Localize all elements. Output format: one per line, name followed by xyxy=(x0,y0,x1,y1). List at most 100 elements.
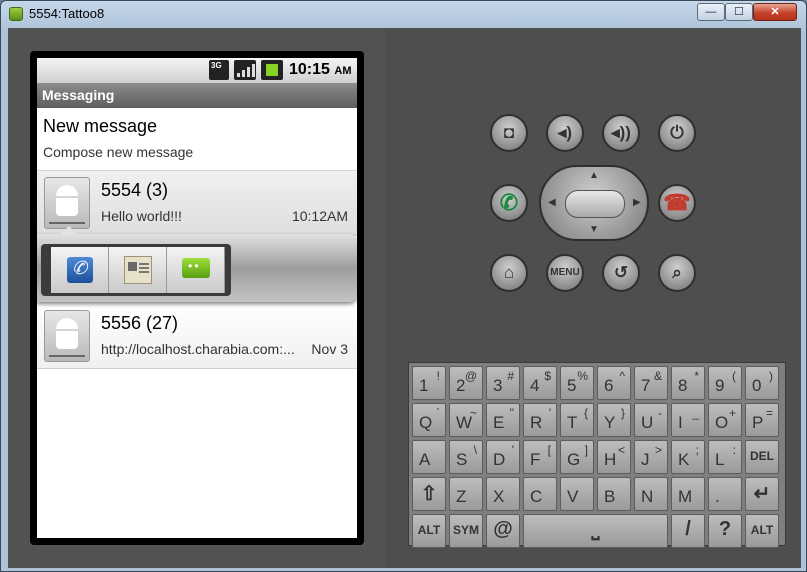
key-1[interactable]: 1! xyxy=(412,366,446,400)
network-3g-icon: 3G xyxy=(209,60,229,80)
quick-contact-card-button[interactable] xyxy=(109,247,167,293)
conversation-item[interactable]: 5554 (3) Hello world!!! 10:12AM xyxy=(37,171,357,236)
slash-key[interactable]: / xyxy=(671,514,705,548)
conversation-name: 5554 (3) xyxy=(101,180,169,200)
volume-down-button[interactable]: ◂) xyxy=(546,114,584,152)
new-message-item[interactable]: New message Compose new message xyxy=(37,108,357,171)
camera-button[interactable]: ◘ xyxy=(490,114,528,152)
search-button[interactable]: ⌕ xyxy=(658,254,696,292)
back-button[interactable]: ↺ xyxy=(602,254,640,292)
end-call-button[interactable]: ☎ xyxy=(658,184,696,222)
key-g[interactable]: G] xyxy=(560,440,594,474)
back-icon: ↺ xyxy=(613,263,629,282)
key-l[interactable]: L: xyxy=(708,440,742,474)
close-button[interactable]: ✕ xyxy=(753,3,797,21)
key-c[interactable]: C xyxy=(523,477,557,511)
key-n[interactable]: N xyxy=(634,477,668,511)
key-d[interactable]: D ' xyxy=(486,440,520,474)
end-call-icon: ☎ xyxy=(663,190,691,215)
space-key[interactable]: ⎵ xyxy=(523,514,668,548)
sym-key[interactable]: SYM xyxy=(449,514,483,548)
app-title-bar: Messaging xyxy=(37,83,357,108)
key-o[interactable]: O + xyxy=(708,403,742,437)
quick-call-button[interactable] xyxy=(51,247,109,293)
quick-sms-button[interactable] xyxy=(167,247,225,293)
key-x[interactable]: X xyxy=(486,477,520,511)
dpad[interactable]: ▲ ▼ ◀ ▶ xyxy=(539,165,649,241)
android-app-icon xyxy=(9,7,23,21)
key-q[interactable]: Q ` xyxy=(412,403,446,437)
key-b[interactable]: B xyxy=(597,477,631,511)
key-v[interactable]: V xyxy=(560,477,594,511)
question-key[interactable]: ? xyxy=(708,514,742,548)
key-j[interactable]: J > xyxy=(634,440,668,474)
key-7[interactable]: 7 & xyxy=(634,366,668,400)
volume-up-button[interactable]: ◂)) xyxy=(602,114,640,152)
conversation-snippet: http://localhost.charabia.com:... xyxy=(101,341,295,357)
at-key[interactable]: @ xyxy=(486,514,520,548)
key-8[interactable]: 8 * xyxy=(671,366,705,400)
alt-right-key[interactable]: ALT xyxy=(745,514,779,548)
home-button[interactable]: ⌂ xyxy=(490,254,528,292)
status-clock: 10:15 AM xyxy=(289,61,352,78)
minimize-button[interactable]: — xyxy=(697,3,725,21)
dpad-right-icon[interactable]: ▶ xyxy=(633,197,641,208)
dpad-center-button[interactable] xyxy=(565,190,625,218)
enter-key[interactable]: ↵ xyxy=(745,477,779,511)
key-0[interactable]: 0) xyxy=(745,366,779,400)
phone-display[interactable]: 3G 10:15 AM Messaging New message Compos… xyxy=(37,58,357,538)
key-k[interactable]: K; xyxy=(671,440,705,474)
key-z[interactable]: Z xyxy=(449,477,483,511)
dpad-up-icon[interactable]: ▲ xyxy=(589,170,599,181)
conversation-item[interactable]: 5556 (27) http://localhost.charabia.com:… xyxy=(37,304,357,369)
call-button[interactable]: ✆ xyxy=(490,184,528,222)
menu-button[interactable]: MENU xyxy=(546,254,584,292)
delete-key[interactable]: DEL xyxy=(745,440,779,474)
call-icon: ✆ xyxy=(499,190,519,215)
conversation-name: 5556 (27) xyxy=(101,313,179,333)
phone-screen-bezel: 3G 10:15 AM Messaging New message Compos… xyxy=(30,51,364,545)
home-icon: ⌂ xyxy=(503,263,515,282)
contact-card-icon xyxy=(124,256,152,284)
key-s[interactable]: S \ xyxy=(449,440,483,474)
sms-icon xyxy=(182,258,210,278)
conversation-time: 10:12AM xyxy=(291,208,348,224)
alt-left-key[interactable]: ALT xyxy=(412,514,446,548)
quick-contact-tray xyxy=(41,244,231,296)
key-4[interactable]: 4 $ xyxy=(523,366,557,400)
key-period[interactable]: . xyxy=(708,477,742,511)
popup-pointer xyxy=(61,226,77,234)
key-f[interactable]: F[ xyxy=(523,440,557,474)
search-icon: ⌕ xyxy=(672,263,682,282)
title-bar: 5554:Tattoo8 — ☐ ✕ xyxy=(1,1,806,27)
power-button[interactable]: ⏻ xyxy=(658,114,696,152)
dpad-down-icon[interactable]: ▼ xyxy=(589,224,599,235)
key-9[interactable]: 9( xyxy=(708,366,742,400)
emulator-window: 5554:Tattoo8 — ☐ ✕ 3G 10:15 AM Messaging… xyxy=(0,0,807,572)
contact-avatar-icon[interactable] xyxy=(44,310,90,362)
key-p[interactable]: P = xyxy=(745,403,779,437)
key-r[interactable]: R ' xyxy=(523,403,557,437)
key-a[interactable]: A xyxy=(412,440,446,474)
key-5[interactable]: 5% xyxy=(560,366,594,400)
key-w[interactable]: W ~ xyxy=(449,403,483,437)
new-message-title: New message xyxy=(43,116,158,136)
key-6[interactable]: 6 ^ xyxy=(597,366,631,400)
new-message-subtitle: Compose new message xyxy=(43,144,194,160)
key-e[interactable]: E " xyxy=(486,403,520,437)
key-i[interactable]: I _ xyxy=(671,403,705,437)
key-h[interactable]: H < xyxy=(597,440,631,474)
key-u[interactable]: U- xyxy=(634,403,668,437)
key-t[interactable]: T{ xyxy=(560,403,594,437)
contact-avatar-icon[interactable] xyxy=(44,177,90,229)
call-icon xyxy=(67,257,93,283)
key-3[interactable]: 3 # xyxy=(486,366,520,400)
maximize-button[interactable]: ☐ xyxy=(725,3,753,21)
shift-key[interactable]: ⇧ xyxy=(412,477,446,511)
key-m[interactable]: M xyxy=(671,477,705,511)
key-2[interactable]: 2 @ xyxy=(449,366,483,400)
hardware-keyboard: 1! 2 @3 #4 $5% 6 ^ 7 & 8 * 9(0) Q ` W ~ E " R ' T{Y} U - I _ O + P =… xyxy=(408,362,786,548)
dpad-left-icon[interactable]: ◀ xyxy=(548,197,556,208)
key-y[interactable]: Y} xyxy=(597,403,631,437)
conversation-time: Nov 3 xyxy=(311,341,348,357)
